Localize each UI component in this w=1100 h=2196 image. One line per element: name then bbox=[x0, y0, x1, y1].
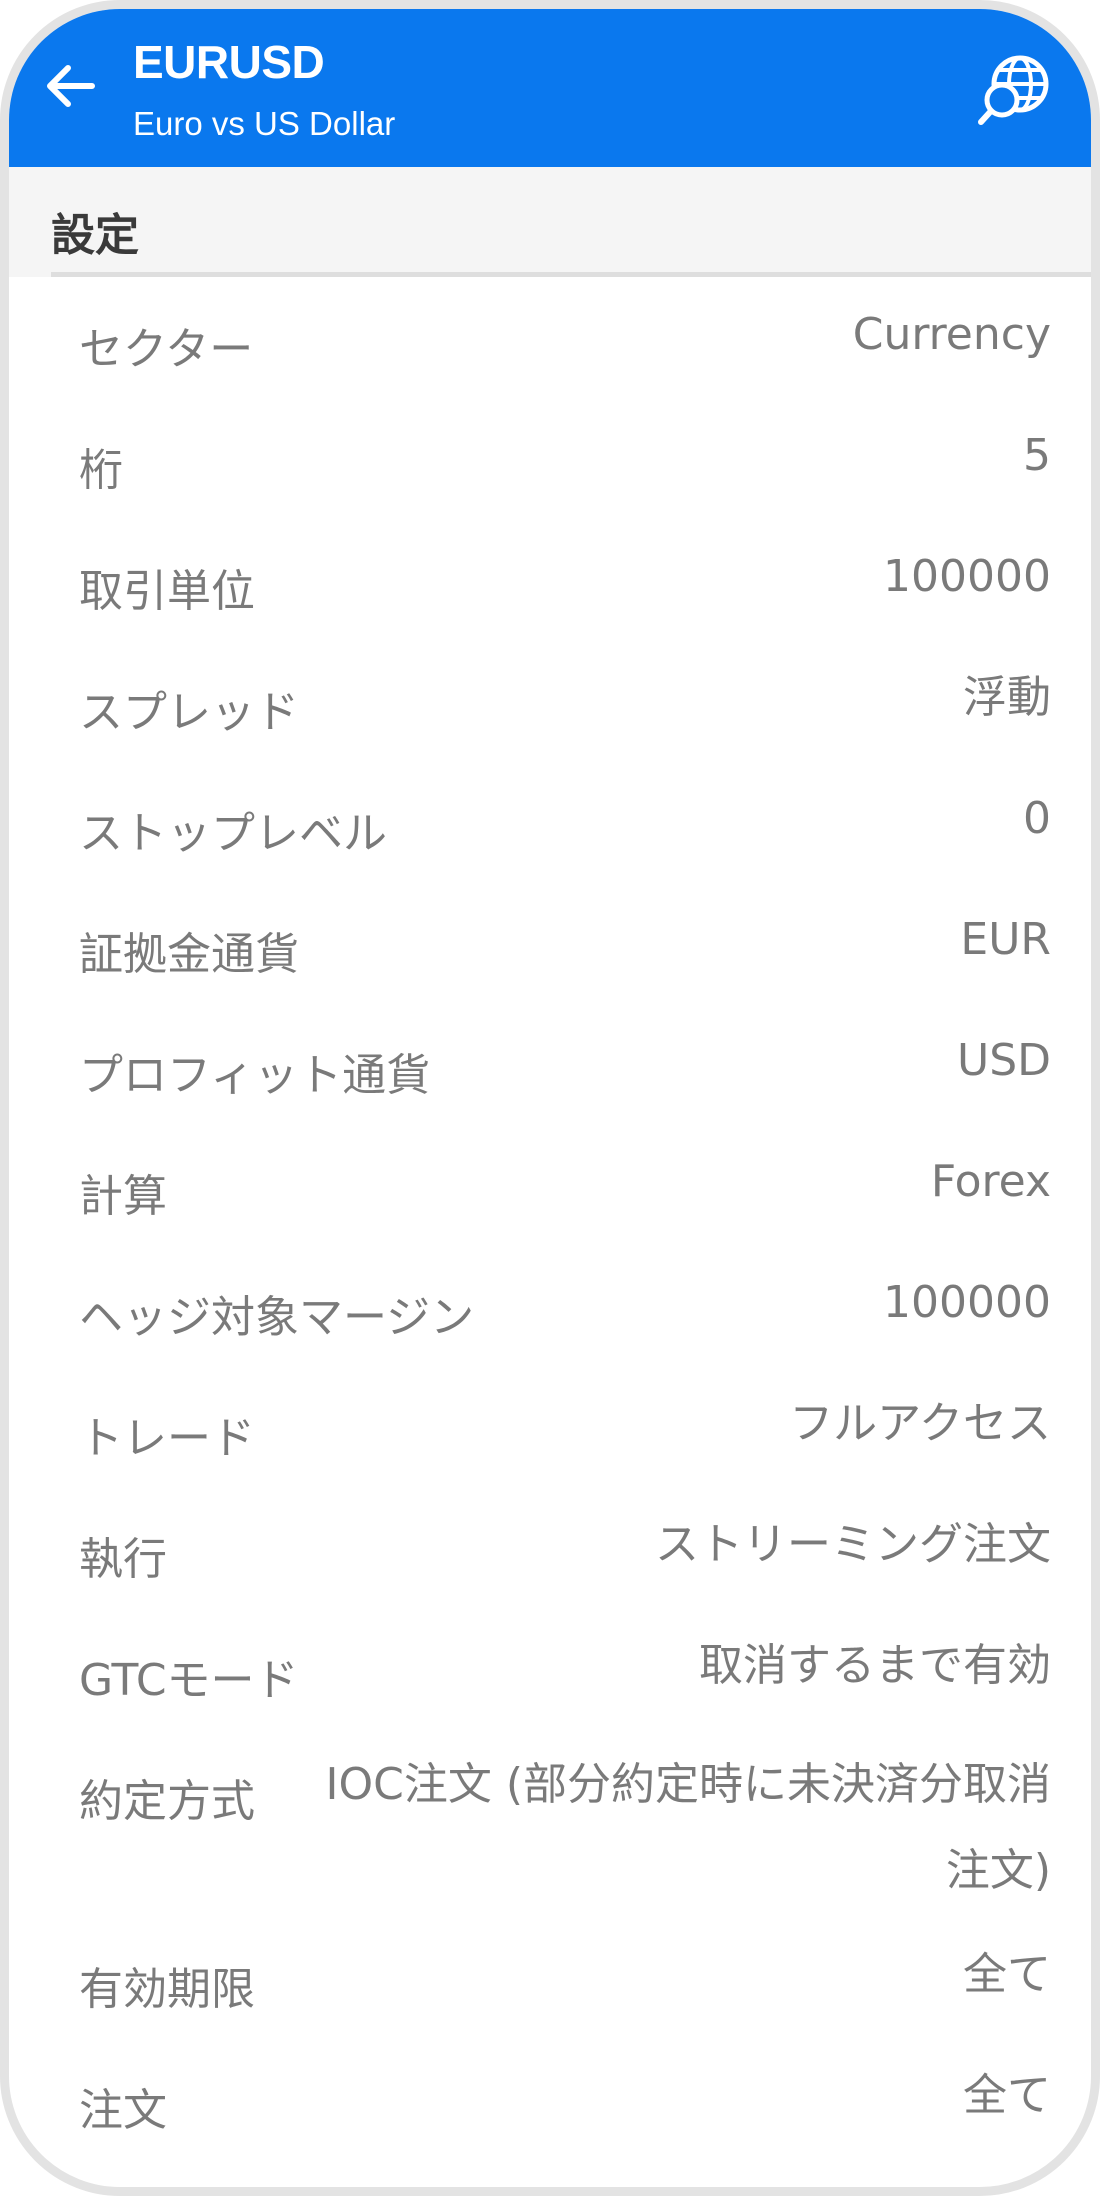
list-item: 取引単位 100000 bbox=[9, 519, 1091, 640]
page-title: EURUSD bbox=[133, 36, 325, 88]
row-value: 100000 bbox=[883, 1277, 1051, 1328]
list-item: スプレッド 浮動 bbox=[9, 640, 1091, 761]
row-label: 桁 bbox=[79, 445, 123, 496]
row-label: トレード bbox=[79, 1413, 255, 1464]
row-value: 取消するまで有効 bbox=[699, 1640, 1051, 1691]
list-item: ストップレベル 0 bbox=[9, 761, 1091, 882]
section-header: 設定 bbox=[9, 167, 1091, 277]
row-value: Forex bbox=[930, 1156, 1051, 1207]
list-item: GTCモード 取消するまで有効 bbox=[9, 1608, 1091, 1729]
list-item: セクター Currency bbox=[9, 277, 1091, 398]
row-label: 約定方式 bbox=[79, 1776, 255, 1827]
list-item: 約定方式 IOC注文 (部分約定時に未決済分取消注文) bbox=[9, 1729, 1091, 1917]
globe-search-button[interactable] bbox=[973, 47, 1057, 131]
row-value: Currency bbox=[852, 309, 1051, 360]
globe-search-icon bbox=[978, 55, 1049, 125]
row-value: 0 bbox=[1023, 793, 1051, 844]
list-item: 有効期限 全て bbox=[9, 1917, 1091, 2038]
arrow-left-icon bbox=[47, 65, 95, 107]
row-value: ストリーミング注文 bbox=[655, 1519, 1051, 1570]
row-label: 有効期限 bbox=[79, 1964, 255, 2015]
list-item: 証拠金通貨 EUR bbox=[9, 882, 1091, 1003]
row-label: 取引単位 bbox=[79, 566, 255, 617]
row-value: 全て bbox=[963, 2070, 1051, 2121]
app-bar: EURUSD Euro vs US Dollar bbox=[9, 9, 1091, 167]
row-label: 執行 bbox=[79, 1534, 167, 1585]
list-item: トレード フルアクセス bbox=[9, 1366, 1091, 1487]
row-value: USD bbox=[956, 1035, 1051, 1086]
row-value: 100000 bbox=[883, 551, 1051, 602]
row-value: 全て bbox=[963, 1949, 1051, 2000]
row-label: 注文 bbox=[79, 2085, 167, 2136]
row-value: フルアクセス bbox=[789, 1398, 1051, 1449]
row-value: 5 bbox=[1023, 430, 1051, 481]
row-label: スプレッド bbox=[79, 687, 299, 738]
row-label: セクター bbox=[79, 324, 254, 375]
row-label: 証拠金通貨 bbox=[79, 929, 299, 980]
settings-list: セクター Currency 桁 5 取引単位 100000 スプレッド 浮動 ス… bbox=[9, 277, 1091, 2159]
section-title: 設定 bbox=[51, 210, 139, 261]
row-value: IOC注文 (部分約定時に未決済分取消注文) bbox=[325, 1759, 1051, 1896]
list-item: 計算 Forex bbox=[9, 1124, 1091, 1245]
list-item: プロフィット通貨 USD bbox=[9, 1003, 1091, 1124]
list-item: 注文 全て bbox=[9, 2038, 1091, 2159]
row-label: ヘッジ対象マージン bbox=[79, 1292, 475, 1343]
list-item: 桁 5 bbox=[9, 398, 1091, 519]
row-label: 計算 bbox=[79, 1171, 167, 1222]
row-label: プロフィット通貨 bbox=[79, 1050, 431, 1101]
row-value: 浮動 bbox=[963, 672, 1051, 723]
row-label: GTCモード bbox=[79, 1655, 299, 1706]
list-item: 執行 ストリーミング注文 bbox=[9, 1487, 1091, 1608]
row-value: EUR bbox=[960, 914, 1051, 965]
back-button[interactable] bbox=[35, 51, 105, 121]
list-item: ヘッジ対象マージン 100000 bbox=[9, 1245, 1091, 1366]
page-subtitle: Euro vs US Dollar bbox=[133, 105, 396, 142]
phone-frame: EURUSD Euro vs US Dollar 設定 セクター Currenc… bbox=[0, 0, 1100, 2196]
row-label: ストップレベル bbox=[79, 808, 387, 859]
